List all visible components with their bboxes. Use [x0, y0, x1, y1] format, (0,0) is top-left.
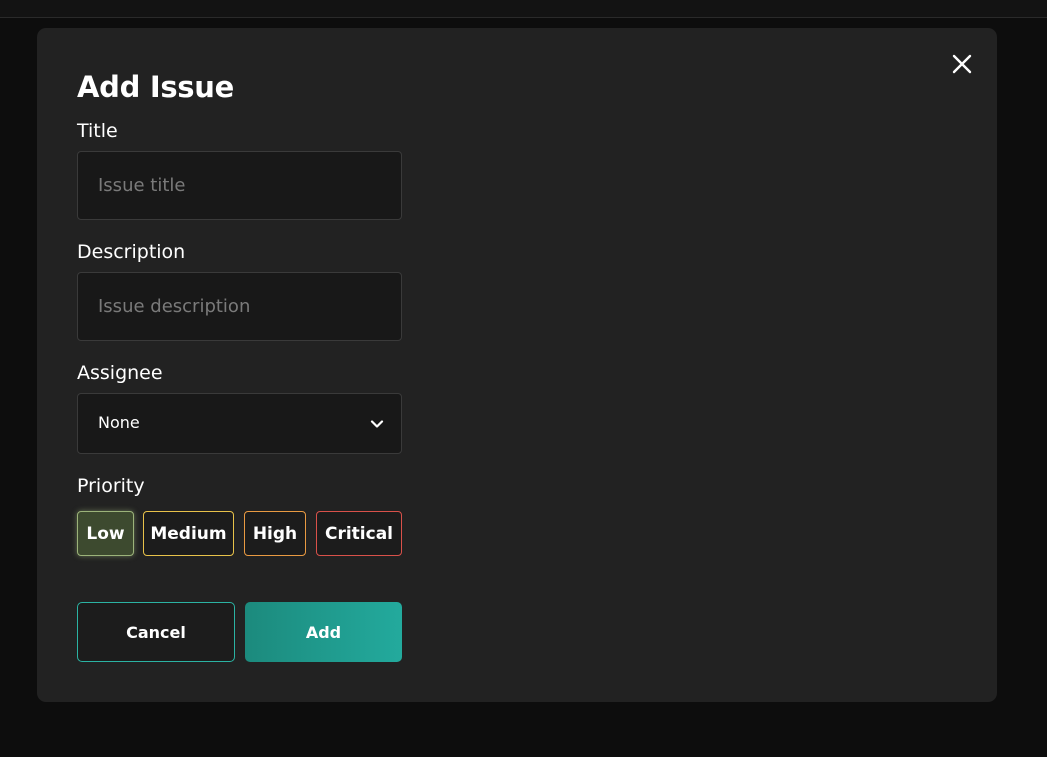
priority-high-button[interactable]: High — [244, 511, 306, 556]
add-issue-modal: Add Issue Title Description Assignee Non… — [37, 28, 997, 702]
title-label: Title — [77, 120, 118, 142]
top-bar — [0, 0, 1047, 18]
priority-critical-button[interactable]: Critical — [316, 511, 402, 556]
priority-label: Priority — [77, 475, 145, 497]
priority-medium-button[interactable]: Medium — [143, 511, 234, 556]
add-button[interactable]: Add — [245, 602, 402, 662]
cancel-button[interactable]: Cancel — [77, 602, 235, 662]
assignee-selected-value: None — [98, 413, 140, 432]
modal-title: Add Issue — [77, 70, 234, 104]
close-button[interactable] — [950, 52, 974, 76]
description-label: Description — [77, 241, 186, 263]
close-icon — [952, 54, 972, 74]
assignee-label: Assignee — [77, 362, 163, 384]
priority-low-button[interactable]: Low — [77, 511, 134, 556]
chevron-down-icon — [370, 420, 384, 428]
description-input[interactable] — [77, 272, 402, 341]
assignee-select[interactable]: None — [77, 393, 402, 454]
title-input[interactable] — [77, 151, 402, 220]
